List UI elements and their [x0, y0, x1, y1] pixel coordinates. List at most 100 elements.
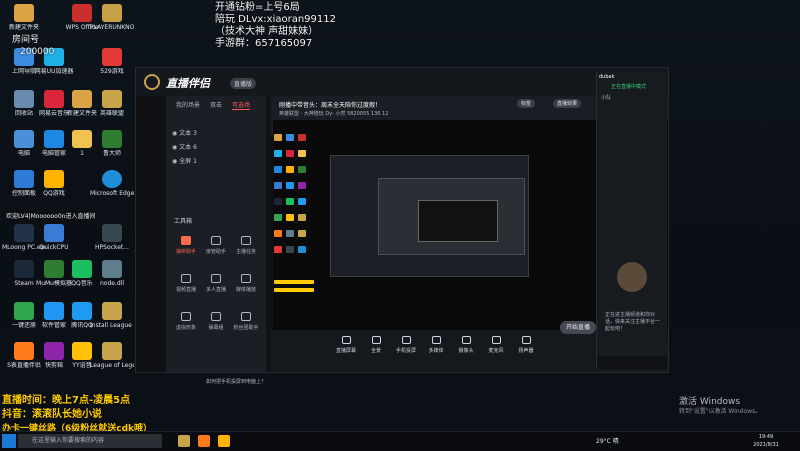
- phone-cast-button[interactable]: 手机投屏: [391, 336, 421, 354]
- desktop-icon[interactable]: 529游戏: [90, 46, 134, 86]
- fans-tool[interactable]: 粉丝团助手: [230, 312, 262, 338]
- desktop-icon[interactable]: Install League ...: [90, 300, 134, 340]
- activate-windows-hint: 转到"设置"以激活 Windows。: [679, 408, 762, 415]
- lol-logo-icon: [144, 74, 160, 90]
- cpu-icon: [44, 224, 64, 242]
- wps-icon: [72, 4, 92, 22]
- lol-icon: [102, 90, 122, 108]
- danmaku-tool[interactable]: 弹幕组: [200, 312, 232, 338]
- overlay-line: （技术大神 声甜妹妹）: [215, 26, 319, 37]
- chat-input[interactable]: [597, 356, 667, 369]
- chat-panel: dubak 正在直播中模式 小队 正在进主播频道和你对话，快来关注主播平台一起玩…: [596, 72, 667, 369]
- left-strip: [136, 96, 166, 372]
- scene-tabs: 我的场景 双击 可选场: [166, 98, 266, 112]
- chat-message: 正在进主播频道和你对话，快来关注主播平台一起玩吧！: [605, 312, 661, 332]
- taskbar: 在这里输入你要搜索的内容 29°C 晴 19:49 2021/8/31: [0, 431, 800, 451]
- camera-button[interactable]: 摄像头: [451, 336, 481, 354]
- media-player-tool[interactable]: 媒体播放: [230, 274, 262, 300]
- speaker-button[interactable]: 扬声器: [511, 336, 541, 354]
- video-live-tool[interactable]: 视频直播: [170, 274, 202, 300]
- multimedia-button[interactable]: 多媒体: [421, 336, 451, 354]
- panorama-icon: [371, 336, 381, 344]
- computer-icon: [14, 130, 34, 148]
- file-icon: [72, 130, 92, 148]
- desktop-icon[interactable]: node.dll: [90, 258, 134, 298]
- room-admin-tool[interactable]: 房管助手: [200, 236, 232, 262]
- panorama-button[interactable]: 全景: [361, 336, 391, 354]
- windows-start-icon[interactable]: [2, 434, 16, 448]
- desktop-icon[interactable]: QQ游戏: [32, 168, 76, 208]
- dll-file-icon: [102, 260, 122, 278]
- app-name: 直播伴侣: [166, 77, 210, 90]
- scene-item[interactable]: ◉ 全屏 1: [172, 156, 197, 165]
- overlay-line: 陪玩 DLvx:xiaoran99112: [215, 14, 336, 25]
- desktop: 新建文件夹 上网导航 回收站 电脑 控制面板 MLoong PC.exe Ste…: [0, 0, 800, 451]
- folder-taskbar-icon[interactable]: [218, 435, 230, 447]
- taskbar-search-input[interactable]: 在这里输入你要搜索的内容: [18, 434, 162, 448]
- avatar-tool[interactable]: 虚拟形象: [170, 312, 202, 338]
- lottery-tool[interactable]: 抽奖助手: [170, 236, 202, 262]
- desktop-icon[interactable]: 鲁大师: [90, 128, 134, 168]
- live-mode-status: 正在直播中模式: [611, 84, 647, 90]
- overlay-line: 开通钻粉=上号6局: [215, 2, 300, 13]
- stream-info: 英雄联盟 · 大神陪玩 Dy- 小然 5820055 136 12: [279, 111, 389, 117]
- task-tool[interactable]: 主播任务: [230, 236, 262, 262]
- mobile-cast-link[interactable]: 如何把手机投屏到电脑上？: [206, 378, 266, 385]
- tab-my-scenes[interactable]: 我的场景: [176, 100, 200, 109]
- tab-double[interactable]: 双击: [210, 100, 222, 109]
- preview-desktop-icons: [272, 130, 324, 302]
- file-icon: [102, 224, 122, 242]
- app-version-badge: 直播版: [230, 78, 257, 89]
- g-taskbar-icon[interactable]: [198, 435, 210, 447]
- lol-icon: [102, 342, 122, 360]
- scene-item[interactable]: ◉ 文本 3: [172, 128, 197, 137]
- stream-title[interactable]: 刚播中带音头：周末全天陪你过度假！: [279, 100, 381, 109]
- effect-button[interactable]: 直播效果: [553, 99, 582, 108]
- game-icon: [102, 48, 122, 66]
- microphone-button[interactable]: 麦克风: [481, 336, 511, 354]
- schedule-line: 直播时间：晚上7点-凌晨5点: [2, 395, 131, 406]
- recycle-bin-icon: [14, 90, 34, 108]
- media-icon: [431, 336, 441, 344]
- qq-game-icon: [44, 170, 64, 188]
- clock[interactable]: 19:49 2021/8/31: [746, 433, 786, 449]
- overlay-line: 手游群：657165097: [215, 38, 313, 49]
- desktop-icon[interactable]: HPSocket...: [90, 222, 134, 262]
- weather-text[interactable]: 29°C 晴: [596, 436, 619, 445]
- app-icon: [14, 224, 34, 242]
- monitor-icon: [341, 336, 351, 344]
- desktop-icon[interactable]: Microsoft Edge: [90, 168, 134, 208]
- person-icon: [211, 236, 221, 245]
- lol-taskbar-icon[interactable]: [178, 435, 190, 447]
- yy-icon: [72, 342, 92, 360]
- control-panel-icon: [14, 170, 34, 188]
- tab-optional[interactable]: 可选场: [232, 100, 251, 110]
- ludashi-icon: [102, 130, 122, 148]
- pubg-icon: [102, 4, 122, 22]
- desktop-icon[interactable]: League of Legends: [90, 340, 134, 380]
- edge-icon: [102, 170, 122, 188]
- avatar-icon: [181, 312, 191, 321]
- restore-icon: [14, 302, 34, 320]
- mascot-avatar: [617, 262, 647, 292]
- tag-button[interactable]: 标签: [517, 99, 536, 108]
- screen-capture-button[interactable]: 直播屏幕: [331, 336, 361, 354]
- clock-date: 2021/8/31: [753, 442, 779, 448]
- desktop-icon[interactable]: 英雄联盟: [90, 88, 134, 128]
- media-icon: [241, 274, 251, 283]
- camera-icon: [461, 336, 471, 344]
- desktop-icon[interactable]: QuickCPU: [32, 222, 76, 262]
- start-live-button[interactable]: 开始直播: [560, 321, 596, 334]
- nested-app-window-3: [418, 200, 498, 242]
- desktop-icon[interactable]: PLAYERUNKNOWN'S BATTLEGR...: [90, 2, 134, 42]
- app-titlebar: 直播伴侣 直播版: [136, 68, 668, 96]
- folder-icon: [72, 90, 92, 108]
- qq-icon: [72, 302, 92, 320]
- danmaku-icon: [211, 312, 221, 321]
- douyin-line: 抖音：滚滚队长她小说: [2, 409, 102, 420]
- scene-item[interactable]: ◉ 文本 6: [172, 142, 197, 151]
- scene-sidebar: 我的场景 双击 可选场 ◉ 文本 3 ◉ 文本 6 ◉ 全屏 1 工具箱 抽奖助…: [166, 96, 266, 385]
- room-label: 房间号: [12, 35, 40, 45]
- multi-live-tool[interactable]: 多人直播: [200, 274, 232, 300]
- clock-time: 19:49: [758, 434, 774, 440]
